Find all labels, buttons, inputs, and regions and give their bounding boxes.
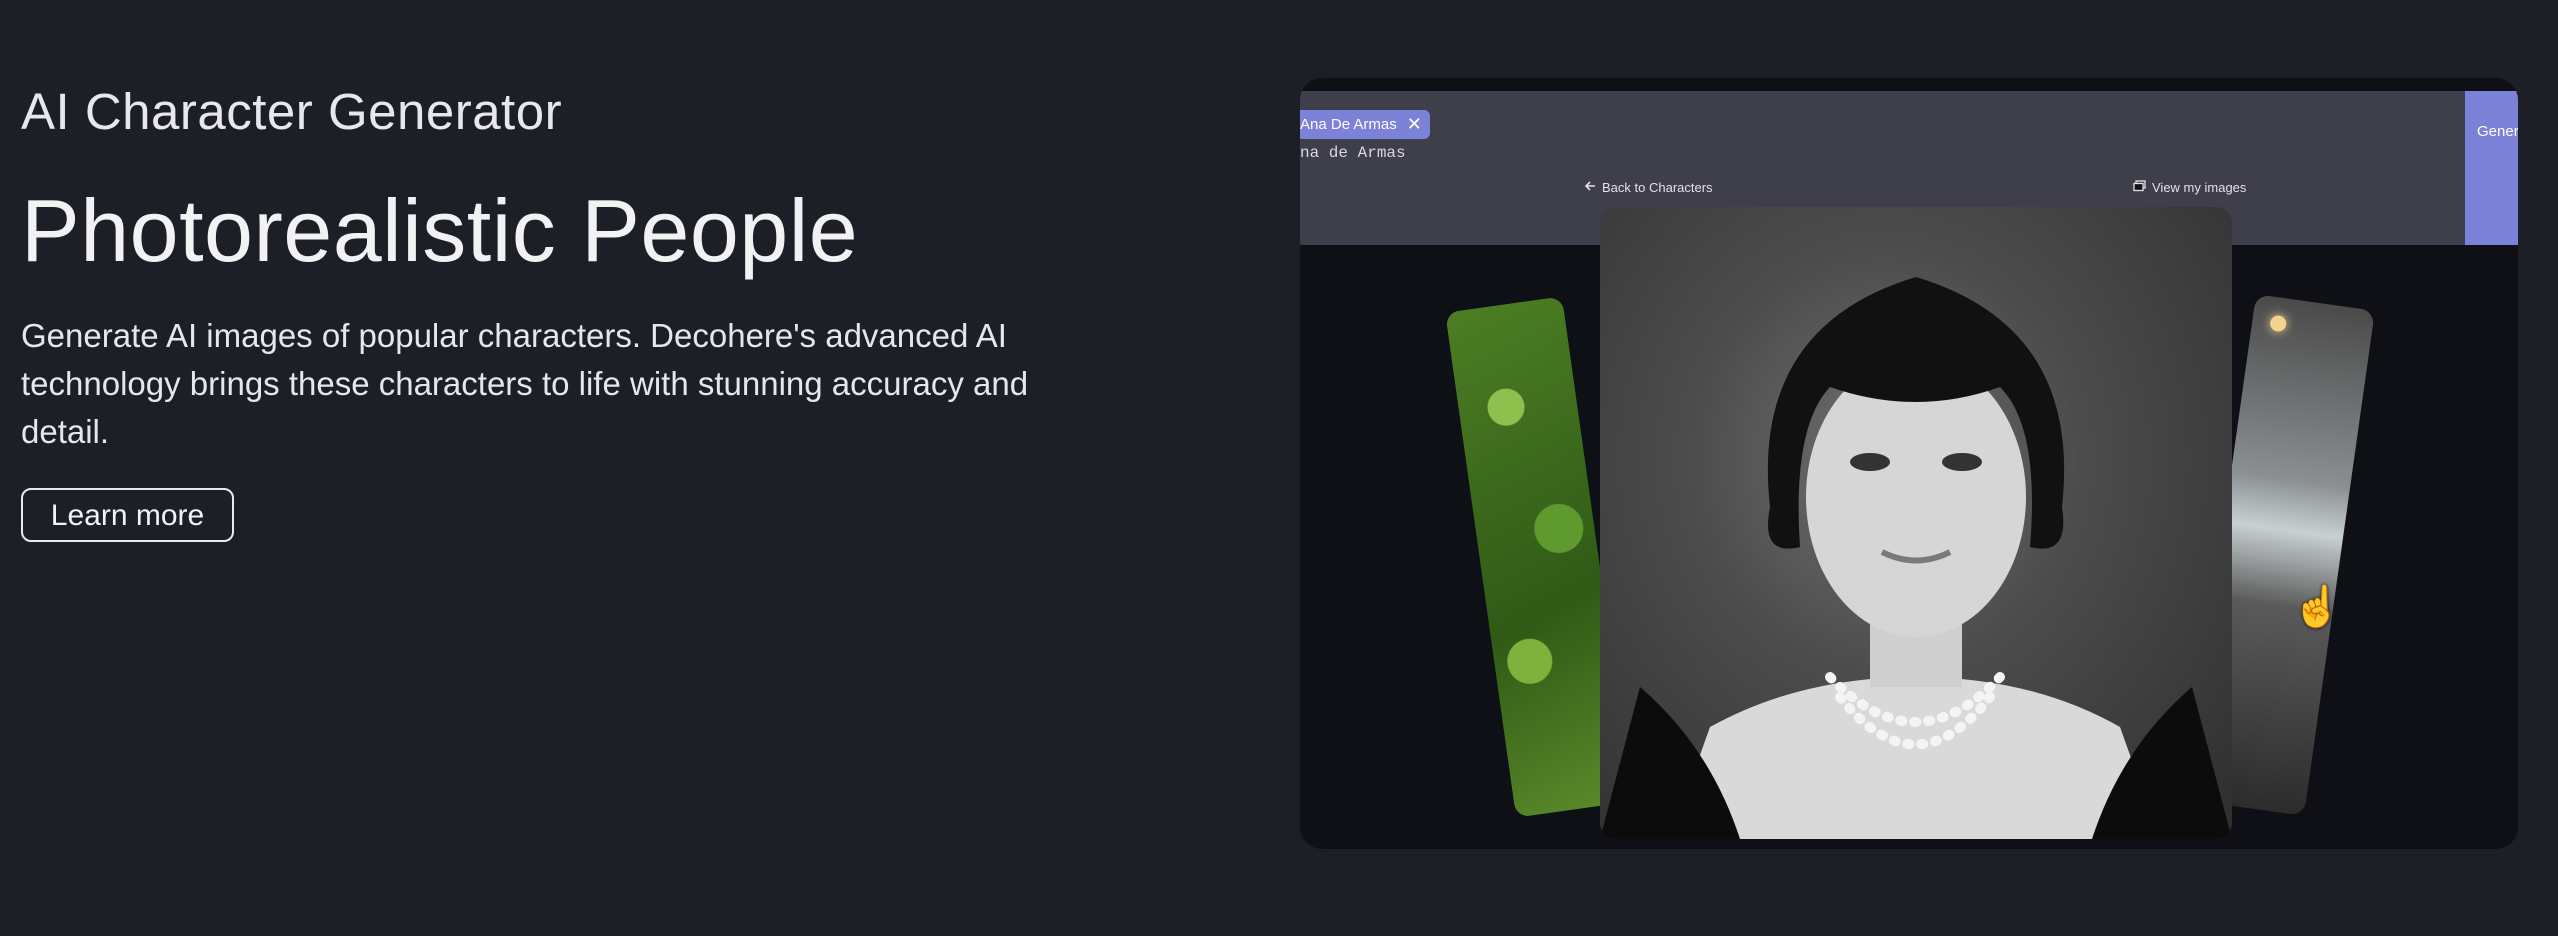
images-icon [2133,180,2146,195]
arrow-left-icon [1584,180,1596,195]
learn-more-button[interactable]: Learn more [21,488,234,542]
generate-button-label: Gener [2477,123,2518,140]
view-my-images-link[interactable]: View my images [2133,180,2246,195]
back-to-characters-label: Back to Characters [1602,180,1713,195]
character-tag[interactable]: Ana De Armas ✕ [1300,110,1430,139]
generated-portrait-image [1600,207,2232,839]
hand-pointer-icon: ☝ [2292,585,2342,629]
lamp-light [2269,314,2288,333]
back-to-characters-link[interactable]: Back to Characters [1584,180,1713,195]
app-preview: Ana De Armas ✕ na de Armas Gener Back to… [1300,78,2518,849]
view-my-images-label: View my images [2152,180,2247,195]
character-tag-label: Ana De Armas [1300,116,1397,133]
close-icon[interactable]: ✕ [1407,114,1422,135]
prompt-input[interactable]: na de Armas [1300,144,1406,162]
hero-headline: Photorealistic People [21,181,859,280]
generate-button[interactable]: Gener [2465,91,2518,245]
hero-eyebrow: AI Character Generator [21,83,563,140]
hero-description: Generate AI images of popular characters… [21,317,1029,450]
